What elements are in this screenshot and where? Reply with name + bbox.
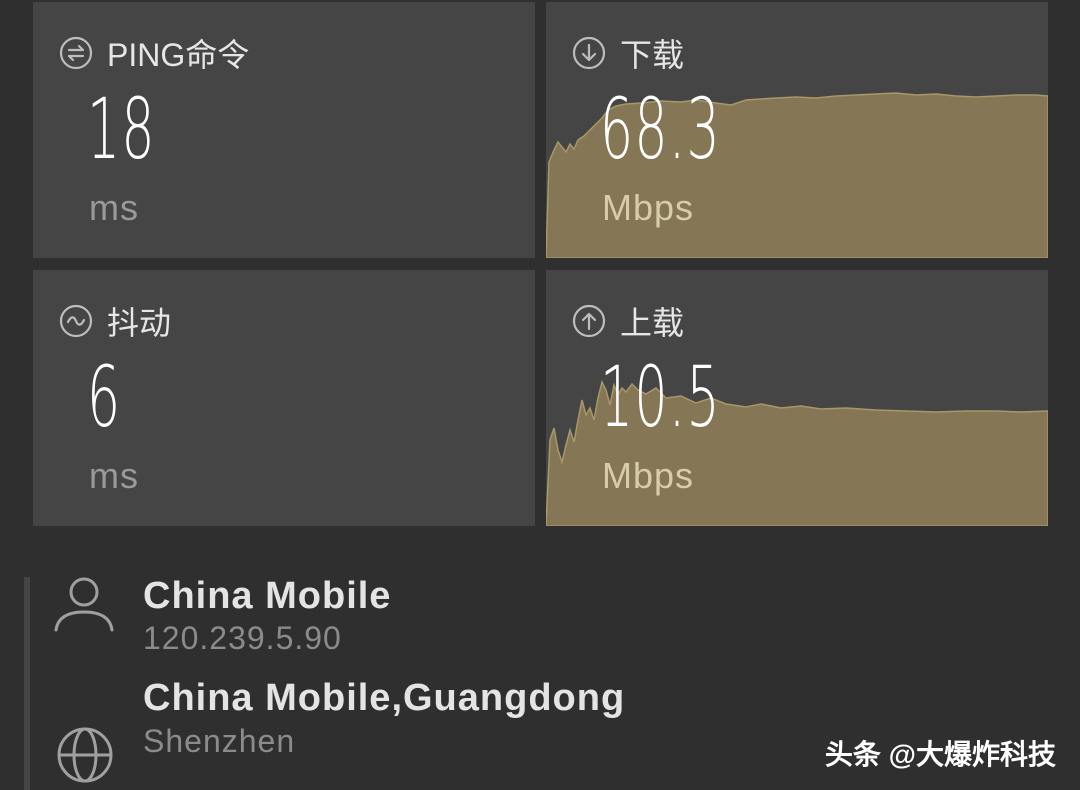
upload-header: 上载 — [572, 298, 684, 344]
upload-value: 10.5 — [600, 348, 721, 446]
user-icon — [54, 577, 114, 632]
jitter-unit: ms — [89, 455, 139, 496]
download-unit: Mbps — [602, 187, 695, 228]
download-header: 下载 — [572, 30, 684, 76]
ping-header: PING命令 — [59, 30, 249, 76]
download-label: 下载 — [620, 37, 685, 73]
ping-value: 18 — [87, 80, 156, 178]
download-card: 下载 68.3 Mbps — [546, 2, 1048, 258]
globe-icon — [57, 727, 113, 783]
ip-address: 120.239.5.90 — [143, 620, 342, 656]
upload-card: 上载 10.5 Mbps — [546, 270, 1048, 526]
jitter-value: 6 — [87, 348, 122, 446]
server-city: Shenzhen — [143, 723, 296, 759]
ping-label: PING命令 — [107, 37, 250, 73]
upload-arrow-icon — [572, 304, 606, 338]
server-name[interactable]: China Mobile,Guangdong — [143, 677, 625, 720]
download-arrow-icon — [572, 36, 606, 70]
ping-icon — [59, 36, 93, 70]
upload-label: 上载 — [620, 305, 685, 341]
ping-unit: ms — [89, 187, 139, 228]
info-divider — [24, 577, 30, 790]
jitter-wave-icon — [59, 304, 93, 338]
isp-name: China Mobile — [143, 575, 392, 617]
ping-card: PING命令 18 ms — [33, 2, 535, 258]
watermark: 头条 @大爆炸科技 — [824, 739, 1056, 770]
jitter-label: 抖动 — [107, 305, 172, 341]
jitter-card: 抖动 6 ms — [33, 270, 535, 526]
upload-unit: Mbps — [602, 455, 695, 496]
jitter-header: 抖动 — [59, 298, 171, 344]
download-value: 68.3 — [600, 80, 721, 178]
